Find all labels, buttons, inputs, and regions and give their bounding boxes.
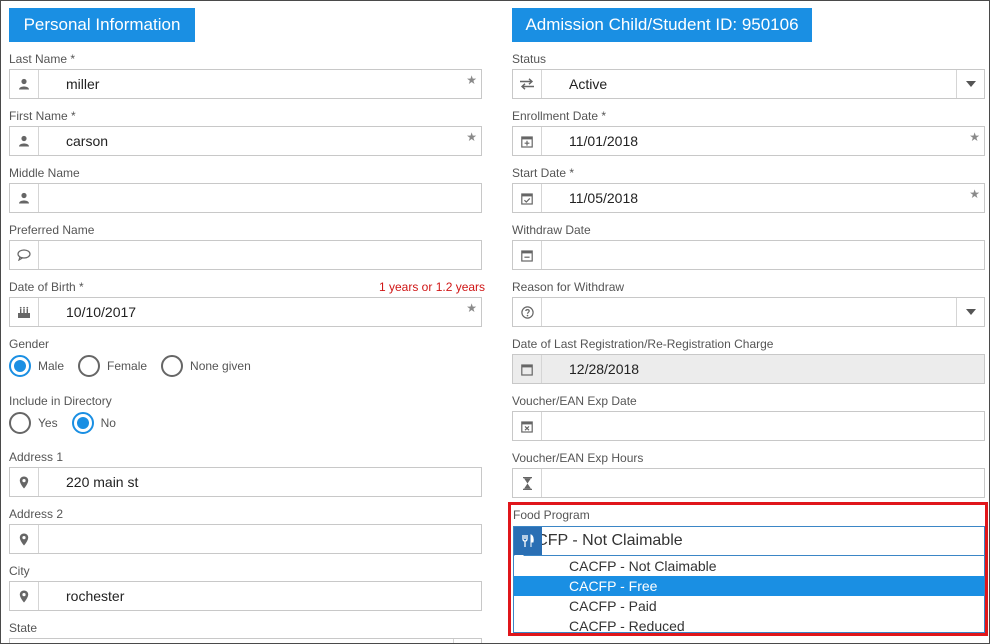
enrollment-date-field[interactable]: 11/01/2018 ★	[512, 126, 985, 156]
personal-info-header: Personal Information	[9, 8, 195, 42]
last-registration-field: 12/28/2018	[512, 354, 985, 384]
directory-radio-group: Yes No	[9, 412, 130, 434]
calendar-icon	[513, 355, 542, 383]
star-icon: ★	[969, 187, 980, 201]
voucher-hours-field[interactable]	[512, 468, 985, 498]
directory-no-radio[interactable]: No	[71, 412, 116, 434]
radio-unchecked-icon	[9, 412, 31, 434]
city-value: rochester	[66, 588, 125, 604]
gender-male-radio[interactable]: Male	[9, 355, 64, 377]
middle-name-label: Middle Name	[9, 166, 80, 180]
withdraw-date-label: Withdraw Date	[512, 223, 591, 237]
star-icon: ★	[466, 301, 477, 315]
voucher-hours-label: Voucher/EAN Exp Hours	[512, 451, 644, 465]
middle-name-field[interactable]	[9, 183, 482, 213]
calendar-x-icon	[513, 412, 542, 440]
preferred-name-field[interactable]	[9, 240, 482, 270]
gender-none-label: None given	[190, 359, 251, 373]
enrollment-date-label: Enrollment Date *	[512, 109, 607, 123]
chevron-down-icon[interactable]	[956, 298, 984, 326]
calendar-check-icon	[513, 184, 542, 212]
map-marker-icon	[10, 468, 39, 496]
state-field[interactable]	[9, 638, 482, 643]
start-date-field[interactable]: 11/05/2018 ★	[512, 183, 985, 213]
food-option-reduced[interactable]: CACFP - Reduced	[514, 616, 984, 636]
speech-bubble-icon	[10, 241, 39, 269]
gender-radio-group: Male Female None given	[9, 355, 265, 377]
start-date-label: Start Date *	[512, 166, 575, 180]
withdraw-date-field[interactable]	[512, 240, 985, 270]
address2-field[interactable]	[9, 524, 482, 554]
map-marker-icon	[10, 582, 39, 610]
calendar-minus-icon	[513, 241, 542, 269]
directory-no-label: No	[100, 416, 116, 430]
gender-none-radio[interactable]: None given	[161, 355, 251, 377]
address1-label: Address 1	[9, 450, 64, 464]
status-value: Active	[569, 76, 608, 92]
address1-field[interactable]: 220 main st	[9, 467, 482, 497]
gender-female-radio[interactable]: Female	[78, 355, 147, 377]
address1-value: 220 main st	[66, 474, 139, 490]
map-marker-icon	[10, 525, 39, 553]
directory-yes-label: Yes	[38, 416, 58, 430]
hourglass-icon	[513, 469, 542, 497]
food-option-paid[interactable]: CACFP - Paid	[514, 596, 984, 616]
exchange-icon	[513, 70, 542, 98]
star-icon: ★	[466, 130, 477, 144]
radio-unchecked-icon	[78, 355, 101, 377]
withdraw-reason-label: Reason for Withdraw	[512, 280, 625, 294]
admission-header: Admission Child/Student ID: 950106	[512, 8, 812, 42]
voucher-date-field[interactable]	[512, 411, 985, 441]
gender-female-label: Female	[107, 359, 148, 373]
star-icon: ★	[466, 73, 477, 87]
cutlery-icon	[514, 527, 542, 555]
radio-unchecked-icon	[161, 355, 184, 377]
radio-checked-icon	[9, 355, 31, 377]
first-name-field[interactable]: carson ★	[9, 126, 482, 156]
food-program-label: Food Program	[513, 508, 590, 522]
dob-label: Date of Birth *	[9, 280, 84, 294]
dob-field[interactable]: 10/10/2017 ★	[9, 297, 482, 327]
dob-value: 10/10/2017	[66, 304, 137, 320]
radio-checked-icon	[71, 412, 94, 434]
address2-label: Address 2	[9, 507, 64, 521]
chevron-down-icon	[453, 639, 481, 643]
food-option-free[interactable]: CACFP - Free	[514, 576, 984, 596]
first-name-label: First Name *	[9, 109, 76, 123]
voucher-date-label: Voucher/EAN Exp Date	[512, 394, 637, 408]
cake-icon	[10, 298, 39, 326]
first-name-value: carson	[66, 133, 109, 149]
chevron-down-icon[interactable]	[956, 70, 984, 98]
preferred-name-label: Preferred Name	[9, 223, 95, 237]
city-label: City	[9, 564, 30, 578]
last-name-field[interactable]: miller ★	[9, 69, 482, 99]
state-label: State	[9, 621, 38, 635]
status-label: Status	[512, 52, 547, 66]
food-program-select[interactable]: CACFP - Not Claimable	[513, 526, 985, 561]
gender-label: Gender	[9, 337, 50, 351]
directory-yes-radio[interactable]: Yes	[9, 412, 58, 434]
age-hint: 1 years or 1.2 years	[379, 280, 486, 294]
last-registration-label: Date of Last Registration/Re-Registratio…	[512, 337, 774, 351]
question-circle-icon	[513, 298, 542, 326]
status-select[interactable]: Active	[512, 69, 985, 99]
last-name-value: miller	[66, 76, 100, 92]
star-icon: ★	[969, 130, 980, 144]
enrollment-date-value: 11/01/2018	[569, 133, 639, 149]
user-icon	[10, 70, 39, 98]
food-program-dropdown: CACFP - Not Claimable CACFP - Free CACFP…	[513, 556, 985, 636]
directory-label: Include in Directory	[9, 394, 112, 408]
food-option-not-claimable[interactable]: CACFP - Not Claimable	[514, 556, 984, 576]
gender-male-label: Male	[38, 359, 65, 373]
last-registration-value: 12/28/2018	[569, 361, 640, 377]
student-form: Personal Information Last Name * miller …	[0, 0, 990, 644]
city-field[interactable]: rochester	[9, 581, 482, 611]
calendar-plus-icon	[513, 127, 542, 155]
withdraw-reason-select[interactable]	[512, 297, 985, 327]
user-icon	[10, 127, 39, 155]
last-name-label: Last Name *	[9, 52, 76, 66]
user-icon	[10, 184, 39, 212]
start-date-value: 11/05/2018	[569, 190, 639, 206]
